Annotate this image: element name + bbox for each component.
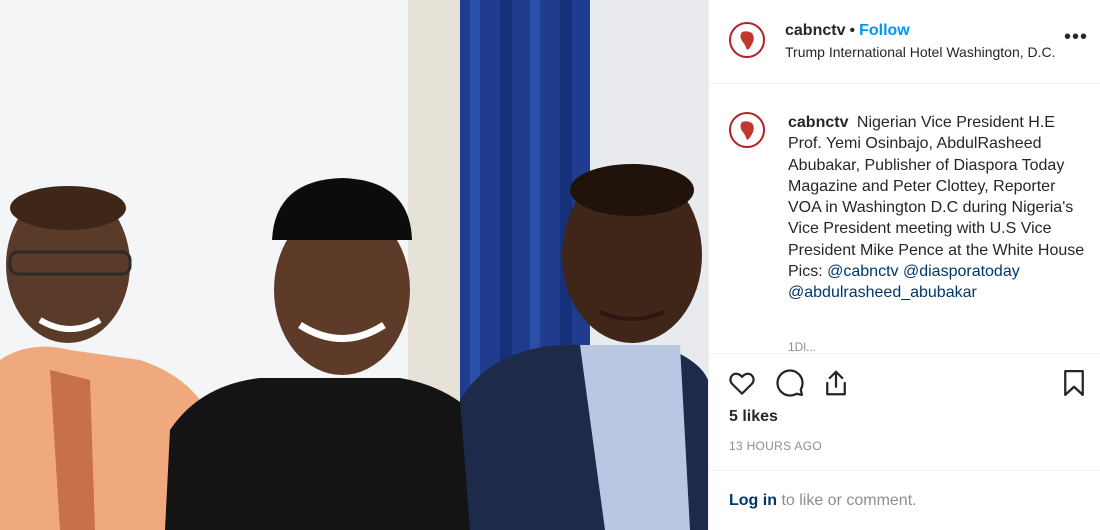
bookmark-icon[interactable] (1059, 368, 1089, 398)
mention-abdulrasheed[interactable]: @abdulrasheed_abubakar (788, 284, 977, 301)
login-prompt: Log in to like or comment. (729, 492, 917, 510)
post-header: cabnctv • Follow Trump International Hotel… (709, 0, 1100, 84)
post-photo[interactable] (0, 0, 708, 530)
caption-username[interactable]: cabnctv (788, 114, 848, 131)
comment-footer: Log in to like or comment. (709, 470, 1100, 530)
caption-section: cabnctv Nigerian Vice President H.E Prof… (709, 84, 1100, 354)
post-side-panel: cabnctv • Follow Trump International Hotel… (708, 0, 1100, 530)
caption-text: cabnctv Nigerian Vice President H.E Prof… (788, 112, 1088, 304)
location-link[interactable]: Trump International Hotel Washington, D.… (785, 44, 1056, 60)
caption-body: Nigerian Vice President H.E Prof. Yemi O… (788, 114, 1085, 259)
separator-dot: • (849, 22, 856, 39)
username-link[interactable]: cabnctv (785, 22, 845, 39)
more-options-icon[interactable]: ••• (1064, 26, 1088, 49)
avatar[interactable] (729, 22, 765, 58)
photo-illustration (0, 0, 708, 530)
partial-comment-text: 1Dl... (788, 340, 817, 354)
login-rest-text: to like or comment. (781, 492, 917, 509)
share-icon[interactable] (821, 368, 851, 398)
africa-logo-icon (733, 116, 761, 144)
africa-logo-icon (733, 26, 761, 54)
action-bar (709, 354, 1100, 408)
pics-label: Pics: (788, 263, 823, 281)
comment-icon[interactable] (775, 368, 805, 398)
login-link[interactable]: Log in (729, 492, 777, 509)
caption-avatar[interactable] (729, 112, 765, 148)
mention-diasporatoday[interactable]: @diasporatoday (903, 263, 1020, 280)
follow-button[interactable]: Follow (859, 22, 910, 39)
header-user-line: cabnctv • Follow (785, 22, 910, 40)
mention-cabnctv[interactable]: @cabnctv (827, 263, 898, 280)
likes-count[interactable]: 5 likes (729, 408, 778, 426)
instagram-post-view: cabnctv • Follow Trump International Hotel… (0, 0, 1100, 530)
heart-icon[interactable] (727, 368, 757, 398)
post-timestamp[interactable]: 13 HOURS AGO (729, 439, 822, 453)
